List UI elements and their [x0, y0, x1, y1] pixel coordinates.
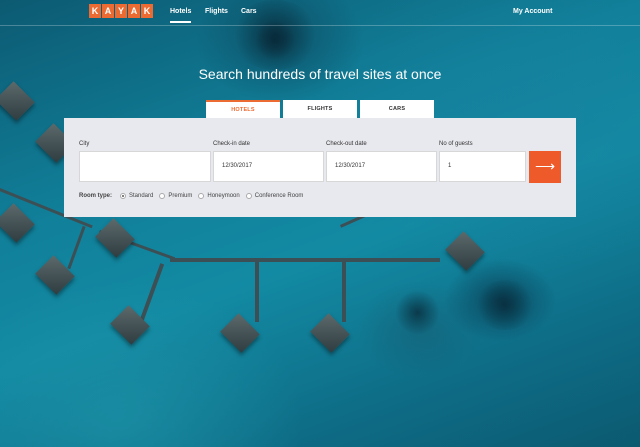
nav-hotels-link[interactable]: Hotels	[170, 8, 192, 23]
checkout-label: Check-out date	[326, 141, 367, 147]
arrow-right-icon: ⟶	[534, 158, 556, 174]
search-panel: City Check-in date 12/30/2017 Check-out …	[64, 118, 576, 217]
room-type-label: Room type:	[79, 193, 112, 199]
logo-letter: K	[89, 4, 101, 18]
room-type-premium[interactable]: Premium	[159, 193, 192, 199]
radio-button[interactable]	[159, 193, 166, 199]
logo-letter: A	[102, 4, 114, 18]
city-input[interactable]	[79, 151, 211, 182]
tab-flights[interactable]: FLIGHTS	[283, 100, 357, 119]
radio-label: Premium	[168, 193, 193, 199]
checkin-date-input[interactable]: 12/30/2017	[213, 151, 324, 182]
nav-cars-link[interactable]: Cars	[241, 8, 257, 15]
radio-label: Conference Room	[254, 193, 304, 199]
city-label: City	[79, 141, 90, 147]
room-type-group: Room type: Standard Premium Honeymoon Co…	[79, 193, 303, 199]
tab-hotels[interactable]: HOTELS	[206, 100, 280, 119]
top-nav: K A Y A K Hotels Flights Cars My Account	[0, 0, 640, 26]
radio-button[interactable]	[245, 193, 252, 199]
checkin-label: Check-in date	[213, 141, 251, 147]
logo-letter: K	[141, 4, 153, 18]
logo-letter: Y	[115, 4, 127, 18]
kayak-logo[interactable]: K A Y A K	[89, 4, 153, 18]
my-account-link[interactable]: My Account	[513, 8, 552, 15]
hero-title: Search hundreds of travel sites at once	[198, 66, 442, 82]
room-type-honeymoon[interactable]: Honeymoon	[198, 193, 240, 199]
room-type-conference[interactable]: Conference Room	[245, 193, 304, 199]
guests-label: No of guests	[439, 141, 473, 147]
search-button[interactable]: ⟶	[529, 151, 561, 183]
radio-label: Honeymoon	[207, 193, 240, 199]
checkout-date-input[interactable]: 12/30/2017	[326, 151, 437, 182]
logo-letter: A	[128, 4, 140, 18]
guests-input[interactable]: 1	[439, 151, 526, 182]
room-type-standard[interactable]: Standard	[120, 193, 153, 199]
tab-cars[interactable]: CARS	[360, 100, 434, 119]
radio-label: Standard	[129, 193, 154, 199]
radio-button[interactable]	[120, 193, 126, 199]
nav-flights-link[interactable]: Flights	[205, 8, 228, 15]
radio-button[interactable]	[198, 193, 205, 199]
